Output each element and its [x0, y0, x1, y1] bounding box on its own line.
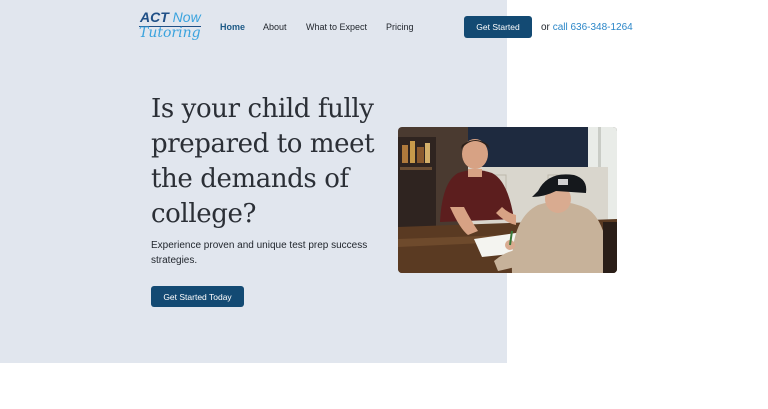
phone-link[interactable]: call 636-348-1264: [553, 22, 633, 33]
nav-home[interactable]: Home: [220, 21, 245, 34]
site-logo[interactable]: ACT Now Tutoring: [139, 9, 205, 43]
nav-what-to-expect[interactable]: What to Expect: [306, 21, 367, 34]
logo-text-line1: ACT Now: [140, 9, 201, 25]
call-prefix: or: [541, 22, 550, 33]
logo-text-line2: Tutoring: [139, 25, 201, 41]
nav-pricing[interactable]: Pricing: [386, 21, 414, 34]
hero-subtext: Experience proven and unique test prep s…: [151, 240, 368, 266]
get-started-button[interactable]: Get Started: [464, 16, 532, 38]
hero-photo: [398, 127, 617, 273]
get-started-today-button[interactable]: Get Started Today: [151, 286, 244, 307]
hero-headline: Is your child fully prepared to meet the…: [151, 94, 375, 229]
call-info: or call 636-348-1264: [541, 21, 633, 34]
nav-about[interactable]: About: [263, 21, 287, 34]
